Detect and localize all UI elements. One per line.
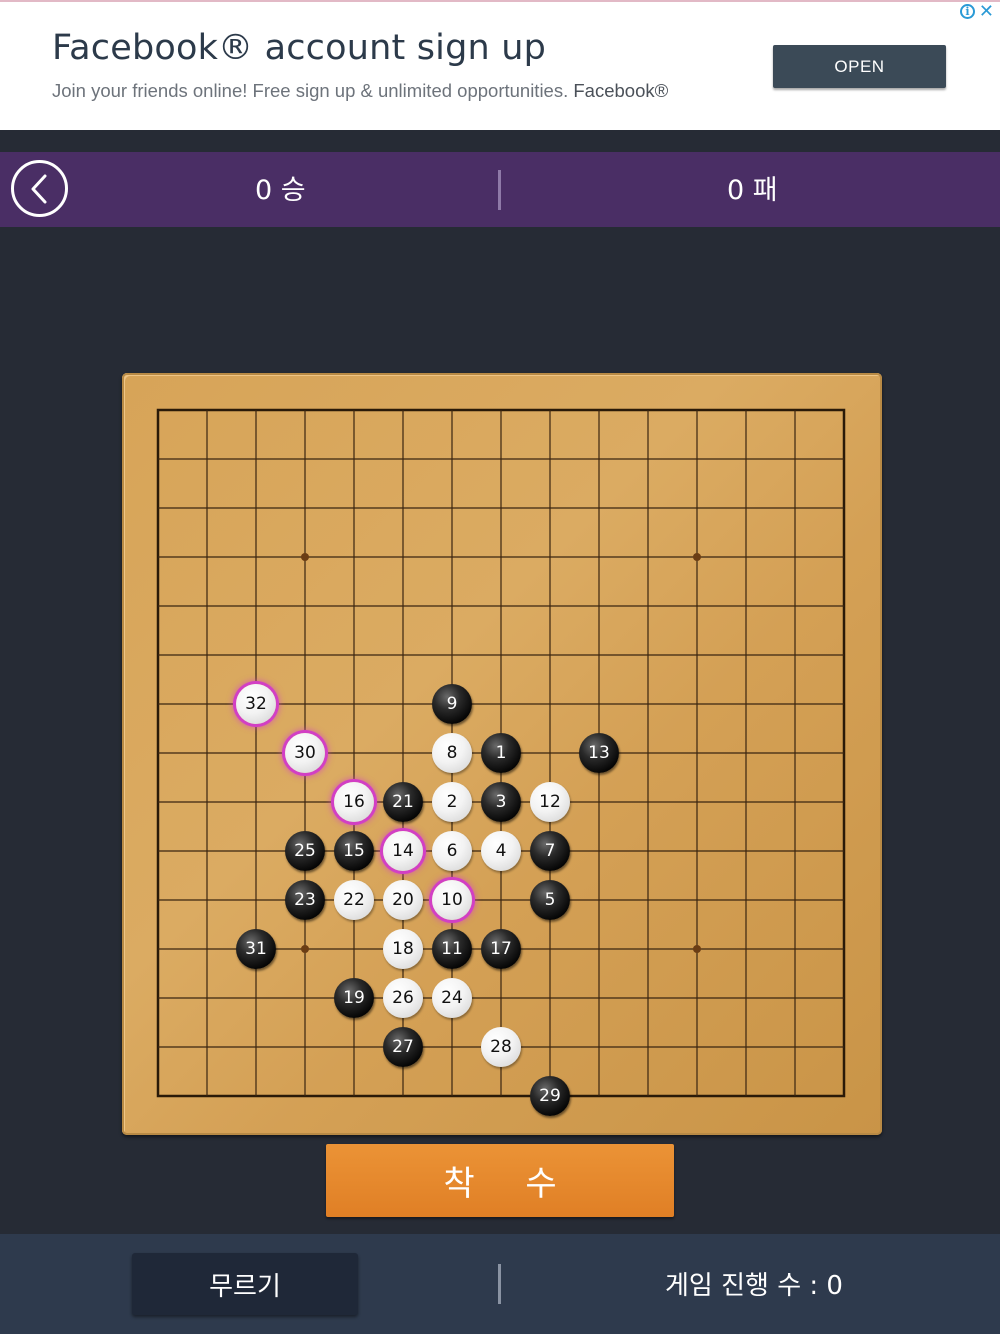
- black-stone: 19: [334, 978, 374, 1018]
- stone-number: 1: [495, 743, 507, 763]
- black-stone: 27: [383, 1027, 423, 1067]
- black-stone: 15: [334, 831, 374, 871]
- black-stone: 25: [285, 831, 325, 871]
- white-stone: 14: [383, 831, 423, 871]
- ad-subtitle: Join your friends online! Free sign up &…: [52, 80, 668, 102]
- black-stone: 9: [432, 684, 472, 724]
- stone-number: 25: [294, 841, 316, 861]
- bottom-bar: 무르기 게임 진행 수 : 0: [0, 1234, 1000, 1334]
- white-stone: 6: [432, 831, 472, 871]
- black-stone: 23: [285, 880, 325, 920]
- gomoku-board[interactable]: 1 2 3 4 5 6 7 8 9 10 11 12 13 14 15 16 17 18 19 20 21 22 23 24 2…: [122, 373, 882, 1135]
- stone-number: 13: [588, 743, 610, 763]
- white-stone: 10: [432, 880, 472, 920]
- stone-number: 32: [245, 694, 267, 714]
- stone-number: 24: [441, 988, 463, 1008]
- stone-number: 28: [490, 1037, 512, 1057]
- chevron-left-icon: [31, 174, 46, 203]
- white-stone: 18: [383, 929, 423, 969]
- stone-number: 3: [495, 792, 507, 812]
- stone-number: 9: [446, 694, 458, 714]
- stone-number: 4: [495, 841, 507, 861]
- stone-number: 14: [392, 841, 414, 861]
- stone-number: 20: [392, 890, 414, 910]
- bottom-divider: [498, 1264, 501, 1304]
- white-stone: 22: [334, 880, 374, 920]
- ad-banner[interactable]: Facebook® account sign up Join your frie…: [0, 0, 1000, 130]
- stone-number: 23: [294, 890, 316, 910]
- white-stone: 2: [432, 782, 472, 822]
- ad-subtitle-text: Join your friends online! Free sign up &…: [52, 80, 569, 101]
- black-stone: 7: [530, 831, 570, 871]
- white-stone: 32: [236, 684, 276, 724]
- black-stone: 1: [481, 733, 521, 773]
- stone-number: 29: [539, 1086, 561, 1106]
- black-stone: 5: [530, 880, 570, 920]
- white-stone: 24: [432, 978, 472, 1018]
- stone-number: 27: [392, 1037, 414, 1057]
- stone-number: 17: [490, 939, 512, 959]
- ad-title[interactable]: Facebook® account sign up: [52, 28, 546, 68]
- stone-number: 10: [441, 890, 463, 910]
- black-stone: 17: [481, 929, 521, 969]
- stone-number: 30: [294, 743, 316, 763]
- ad-controls: i ✕: [959, 3, 994, 21]
- stone-number: 26: [392, 988, 414, 1008]
- stone-number: 7: [544, 841, 556, 861]
- star-point: [693, 553, 701, 561]
- stone-number: 15: [343, 841, 365, 861]
- move-count: 게임 진행 수 : 0: [665, 1271, 843, 1301]
- star-point: [301, 553, 309, 561]
- ad-brand: Facebook®: [573, 80, 669, 101]
- black-stone: 29: [530, 1076, 570, 1116]
- stone-number: 31: [245, 939, 267, 959]
- stone-number: 5: [544, 890, 556, 910]
- white-stone: 28: [481, 1027, 521, 1067]
- white-stone: 30: [285, 733, 325, 773]
- score-divider: [498, 170, 501, 210]
- white-stone: 20: [383, 880, 423, 920]
- back-button[interactable]: [11, 160, 68, 217]
- star-point: [301, 945, 309, 953]
- score-bar: 0 승 0 패: [0, 152, 1000, 227]
- close-icon[interactable]: ✕: [979, 3, 994, 21]
- stone-number: 21: [392, 792, 414, 812]
- wins-count: 0 승: [255, 175, 306, 206]
- ad-open-button[interactable]: OPEN: [773, 45, 946, 88]
- losses-count: 0 패: [727, 175, 778, 206]
- stone-number: 2: [446, 792, 458, 812]
- stone-number: 11: [441, 939, 463, 959]
- black-stone: 3: [481, 782, 521, 822]
- stone-number: 16: [343, 792, 365, 812]
- white-stone: 26: [383, 978, 423, 1018]
- stone-number: 19: [343, 988, 365, 1008]
- black-stone: 31: [236, 929, 276, 969]
- stone-number: 18: [392, 939, 414, 959]
- stone-number: 8: [446, 743, 458, 763]
- stone-number: 22: [343, 890, 365, 910]
- info-icon[interactable]: i: [959, 4, 975, 19]
- stone-number: 12: [539, 792, 561, 812]
- black-stone: 11: [432, 929, 472, 969]
- black-stone: 13: [579, 733, 619, 773]
- white-stone: 8: [432, 733, 472, 773]
- place-stone-button[interactable]: 착 수: [326, 1144, 674, 1217]
- stone-number: 6: [446, 841, 458, 861]
- white-stone: 16: [334, 782, 374, 822]
- black-stone: 21: [383, 782, 423, 822]
- white-stone: 12: [530, 782, 570, 822]
- white-stone: 4: [481, 831, 521, 871]
- star-point: [693, 945, 701, 953]
- undo-button[interactable]: 무르기: [132, 1253, 358, 1315]
